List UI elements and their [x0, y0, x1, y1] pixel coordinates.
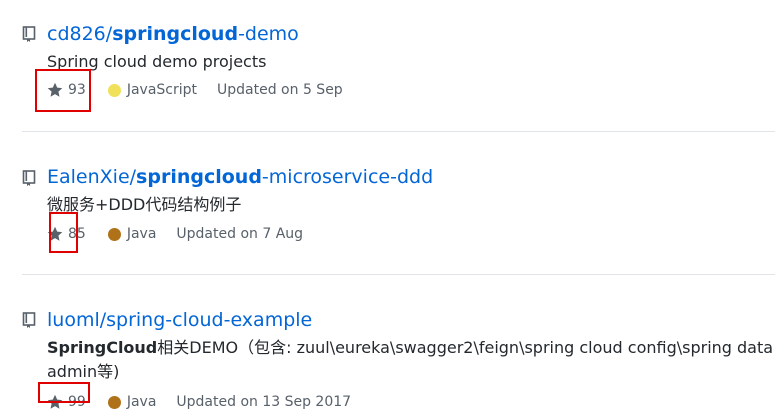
description-rest: 相关DEMO（包含: zuul\eureka\swagger2\feign\sp…	[157, 338, 775, 357]
language-color-dot	[107, 83, 121, 97]
updated-label: Updated on 7 Aug	[176, 226, 304, 242]
divider	[22, 274, 775, 275]
repo-description: SpringCloud相关DEMO（包含: zuul\eureka\swagge…	[47, 337, 775, 359]
repo-name-highlight: springcloud	[112, 23, 239, 45]
divider	[22, 131, 775, 132]
language-label: JavaScript	[126, 82, 198, 98]
description-highlight: SpringCloud	[47, 338, 158, 357]
repo-name-highlight: springcloud	[136, 166, 262, 188]
repo-title-link[interactable]: EalenXie/springcloud-microservice-ddd	[47, 165, 433, 189]
repo-icon	[22, 170, 36, 186]
repo-owner: EalenXie/	[47, 166, 137, 188]
updated-label: Updated on 13 Sep 2017	[176, 394, 352, 410]
updated-label: Updated on 5 Sep	[217, 82, 343, 98]
repo-name-rest: -microservice-ddd	[261, 166, 434, 188]
repo-icon	[22, 312, 36, 328]
language-color-dot	[107, 395, 121, 409]
annotation-box	[49, 212, 78, 253]
repo-meta: 99 Java Updated on 13 Sep 2017	[47, 393, 351, 411]
repo-title-link[interactable]: cd826/springcloud-demo	[47, 22, 299, 46]
annotation-box	[35, 69, 91, 112]
repo-name-rest: -demo	[238, 23, 299, 45]
repo-description-line2: admin等)	[47, 362, 120, 381]
repo-owner: cd826/	[47, 23, 113, 45]
annotation-box	[38, 382, 90, 403]
language-label: Java	[126, 394, 157, 410]
repo-meta: 93 JavaScript Updated on 5 Sep	[47, 81, 343, 99]
repo-title-link[interactable]: luoml/spring-cloud-example	[47, 308, 312, 332]
language-color-dot	[107, 227, 121, 241]
language-label: Java	[126, 226, 157, 242]
repo-icon	[22, 26, 36, 42]
repo-meta: 85 Java Updated on 7 Aug	[47, 225, 303, 243]
